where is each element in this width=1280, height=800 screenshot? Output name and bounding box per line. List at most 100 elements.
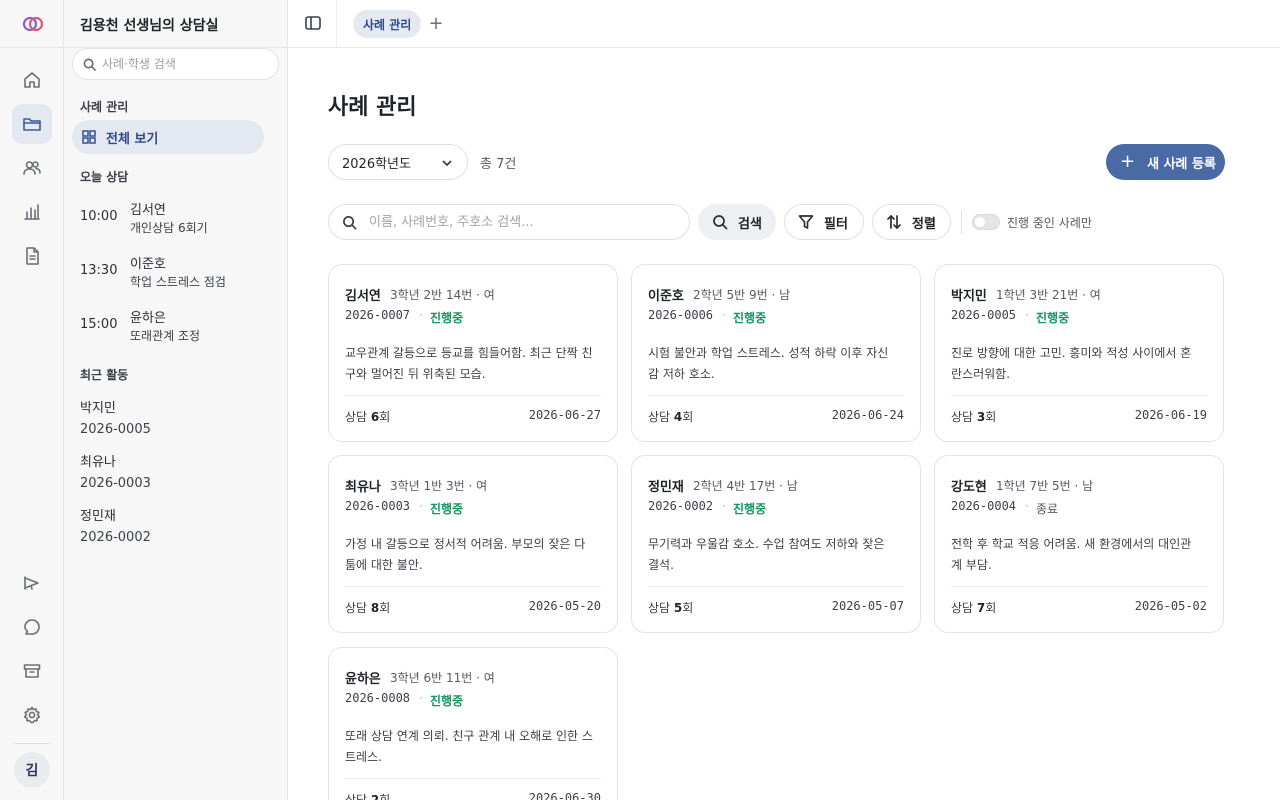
sidebar-search[interactable] <box>72 48 279 80</box>
nav-cases[interactable] <box>12 104 52 144</box>
session-count-unit: 회 <box>379 601 391 615</box>
case-card[interactable]: 이준호 2학년 5반 9번 · 남 2026-0006 · 진행중 시험 불안과… <box>631 264 921 442</box>
card-divider <box>345 778 601 779</box>
appointment-time: 15:00 <box>80 317 118 332</box>
avatar[interactable]: 김 <box>14 752 50 788</box>
separator-dot: · <box>419 499 423 513</box>
student-name: 윤하은 <box>345 672 381 687</box>
nav-notices[interactable] <box>12 563 52 603</box>
recent-activity-item[interactable]: 정민재 2026-0002 <box>80 505 272 549</box>
school-year-value: 2026학년도 <box>342 156 411 172</box>
card-divider <box>648 586 904 587</box>
toggle-sidebar-button[interactable] <box>304 14 324 34</box>
case-code: 2026-0008 <box>345 691 411 705</box>
case-card[interactable]: 정민재 2학년 4반 17번 · 남 2026-0002 · 진행중 무기력과 … <box>631 455 921 633</box>
nav-settings[interactable] <box>12 695 52 735</box>
folder-icon <box>23 118 41 131</box>
nav-home[interactable] <box>12 60 52 100</box>
search-button[interactable]: 검색 <box>698 204 776 240</box>
case-summary: 가정 내 갈등으로 정서적 어려움. 부모의 잦은 다툼에 대한 불안. <box>345 537 586 572</box>
case-card[interactable]: 윤하은 3학년 6반 11번 · 여 2026-0008 · 진행중 또래 상담… <box>328 647 618 800</box>
recent-case-code: 2026-0002 <box>80 530 151 545</box>
last-session-date: 2026-05-07 <box>831 599 904 613</box>
case-card[interactable]: 김서연 3학년 2반 14번 · 여 2026-0007 · 진행중 교우관계 … <box>328 264 618 442</box>
gear-icon <box>23 706 41 724</box>
section-label-recent: 최근 활동 <box>80 368 129 382</box>
separator-dot: · <box>419 691 423 705</box>
filter-button[interactable]: 필터 <box>784 204 864 240</box>
total-count: 총 7건 <box>480 157 517 172</box>
recent-activity-item[interactable]: 최유나 2026-0003 <box>80 451 272 495</box>
case-card[interactable]: 박지민 1학년 3반 21번 · 여 2026-0005 · 진행중 진로 방향… <box>934 264 1224 442</box>
school-year-select[interactable]: 2026학년도 <box>328 144 468 180</box>
appointment-time: 10:00 <box>80 209 118 224</box>
case-code: 2026-0006 <box>648 308 714 322</box>
separator-dot: · <box>1025 499 1029 513</box>
session-count-unit: 회 <box>985 410 997 424</box>
case-search-input[interactable] <box>369 214 669 230</box>
chevron-down-icon <box>442 160 452 167</box>
case-code: 2026-0003 <box>345 499 411 513</box>
sidebar-item-all-cases[interactable]: 전체 보기 <box>72 120 264 154</box>
case-code: 2026-0004 <box>951 499 1017 513</box>
status-badge: 진행중 <box>430 502 464 516</box>
chat-icon <box>24 619 40 635</box>
student-meta: 3학년 6반 11번 · 여 <box>390 671 495 685</box>
plus-icon: + <box>1120 151 1136 172</box>
document-icon <box>26 247 39 265</box>
megaphone-icon <box>24 576 39 590</box>
session-count-unit: 회 <box>379 410 391 424</box>
session-count: 상담 2회 <box>345 791 390 800</box>
session-count-label: 상담 <box>648 410 671 424</box>
last-session-date: 2026-06-27 <box>528 408 601 422</box>
separator-dot: · <box>419 308 423 322</box>
sort-button[interactable]: 정렬 <box>872 204 951 240</box>
student-meta: 3학년 1반 3번 · 여 <box>390 479 488 493</box>
session-count-unit: 회 <box>379 793 391 800</box>
nav-messages[interactable] <box>12 607 52 647</box>
case-card[interactable]: 강도현 1학년 7반 5번 · 남 2026-0004 · 종료 전학 후 학교… <box>934 455 1224 633</box>
appointment-item[interactable]: 15:00 윤하은 또래관계 조정 <box>80 307 272 351</box>
app-logo-icon[interactable] <box>22 14 44 34</box>
nav-statistics[interactable] <box>12 192 52 232</box>
appointment-time: 13:30 <box>80 263 118 278</box>
active-only-toggle[interactable] <box>972 214 1000 230</box>
add-tab-button[interactable]: + <box>426 14 446 34</box>
student-name: 강도현 <box>951 480 987 495</box>
student-name: 박지민 <box>951 289 987 304</box>
grid-icon <box>82 130 96 144</box>
last-session-date: 2026-06-30 <box>528 791 601 800</box>
sidebar-panel-icon <box>305 16 321 30</box>
nav-students[interactable] <box>12 148 52 188</box>
nav-archive[interactable] <box>12 651 52 691</box>
session-count-label: 상담 <box>345 793 368 800</box>
last-session-date: 2026-06-19 <box>1134 408 1207 422</box>
session-count-label: 상담 <box>648 601 671 615</box>
case-search[interactable] <box>328 204 690 240</box>
recent-activity-item[interactable]: 박지민 2026-0005 <box>80 397 272 441</box>
student-meta: 1학년 7반 5번 · 남 <box>996 479 1094 493</box>
sidebar-search-input[interactable] <box>102 57 262 71</box>
appointment-item[interactable]: 13:30 이준호 학업 스트레스 점검 <box>80 253 272 297</box>
bar-chart-icon <box>24 204 40 220</box>
search-icon <box>713 215 728 230</box>
filter-icon <box>798 215 814 229</box>
appointment-item[interactable]: 10:00 김서연 개인상담 6회기 <box>80 199 272 243</box>
session-count: 상담 6회 <box>345 408 390 425</box>
nav-documents[interactable] <box>12 236 52 276</box>
session-count: 상담 7회 <box>951 599 996 616</box>
case-card[interactable]: 최유나 3학년 1반 3번 · 여 2026-0003 · 진행중 가정 내 갈… <box>328 455 618 633</box>
new-case-label: 새 사례 등록 <box>1147 156 1216 172</box>
tab-case-management[interactable]: 사례 관리 <box>353 10 422 38</box>
case-summary: 무기력과 우울감 호소. 수업 참여도 저하와 잦은 결석. <box>648 537 885 572</box>
student-name: 최유나 <box>345 480 381 495</box>
new-case-button[interactable]: + 새 사례 등록 <box>1106 144 1225 180</box>
card-divider <box>648 395 904 396</box>
recent-student: 정민재 <box>80 509 116 524</box>
users-icon <box>23 161 41 175</box>
session-count-label: 상담 <box>951 601 974 615</box>
appointment-desc: 또래관계 조정 <box>130 329 201 343</box>
status-badge: 진행중 <box>430 694 464 708</box>
card-divider <box>951 395 1207 396</box>
session-count-unit: 회 <box>985 601 997 615</box>
